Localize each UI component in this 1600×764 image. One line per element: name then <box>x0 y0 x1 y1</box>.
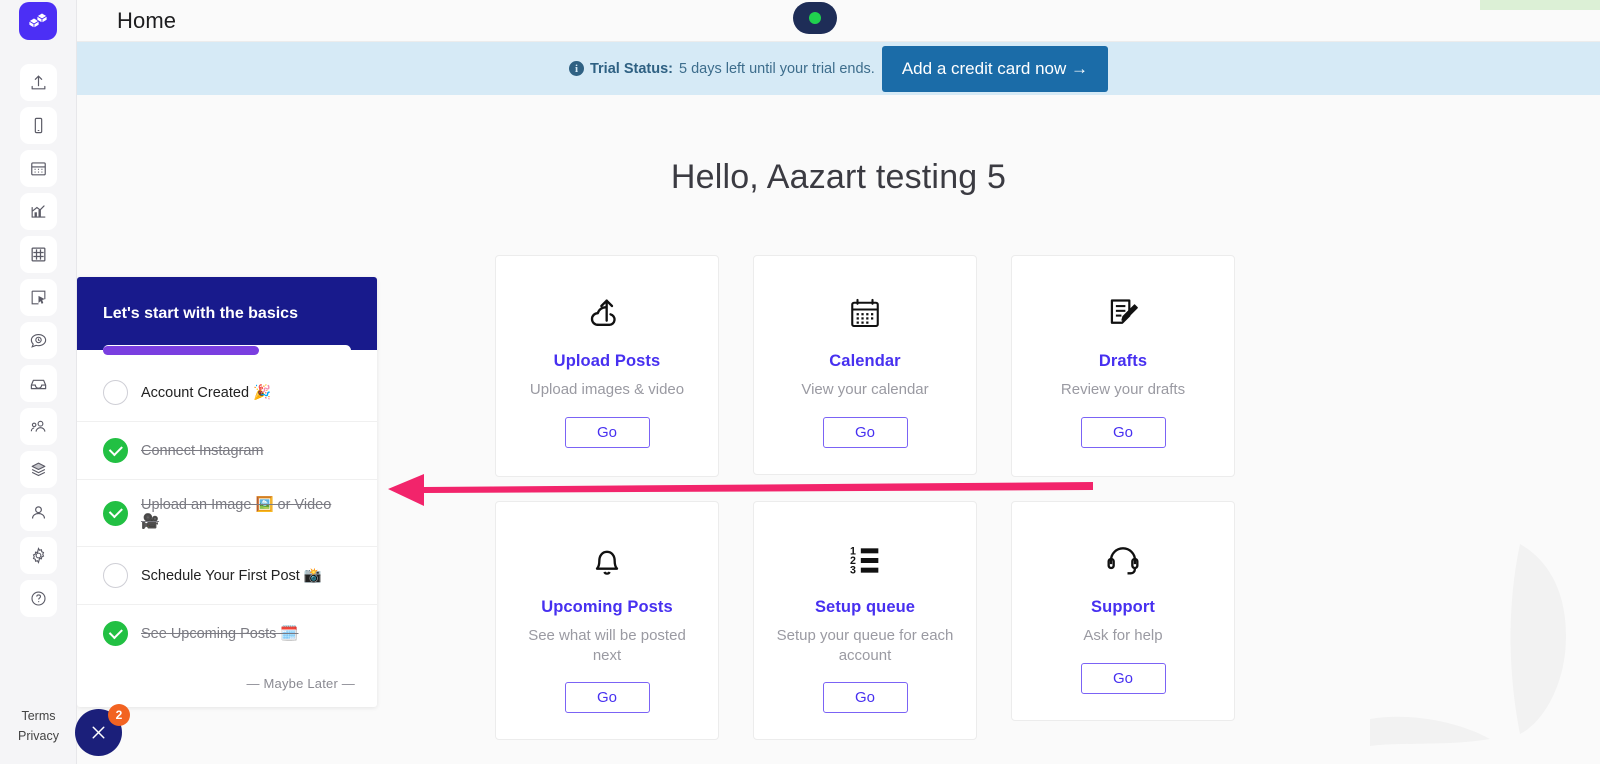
cloud-upload-icon <box>587 288 627 340</box>
checklist-item-label: Connect Instagram <box>141 442 264 459</box>
card-title: Upload Posts <box>553 352 661 370</box>
list-item[interactable]: See Upcoming Posts 🗓️ <box>77 605 377 662</box>
checkmark-circle-icon[interactable] <box>103 438 128 463</box>
list-item[interactable]: Upload an Image 🖼️ or Video 🎥 <box>77 480 377 547</box>
page-title: Home <box>117 7 177 33</box>
card-drafts[interactable]: Drafts Review your drafts Go <box>1011 255 1235 477</box>
sidebar-item-hashtag-grid[interactable] <box>19 236 57 273</box>
card-support[interactable]: Support Ask for help Go <box>1011 501 1235 721</box>
numbered-list-icon: 123 <box>845 534 885 586</box>
sidebar-item-help[interactable] <box>19 580 57 617</box>
avatar[interactable] <box>793 2 837 34</box>
privacy-link[interactable]: Privacy <box>0 727 77 746</box>
checklist-item-label: Account Created 🎉 <box>141 385 272 401</box>
card-title: Calendar <box>829 352 901 370</box>
checkmark-circle-icon[interactable] <box>103 621 128 646</box>
trial-status-text: i Trial Status: 5 days left until your t… <box>568 60 875 77</box>
list-item[interactable]: Account Created 🎉 <box>77 364 377 422</box>
greeting-heading: Hello, Aazart testing 5 <box>670 158 1007 196</box>
checkbox-circle-icon[interactable] <box>103 380 128 405</box>
calendar-icon <box>847 288 883 340</box>
list-item[interactable]: Connect Instagram <box>77 422 377 480</box>
sidebar-item-upload[interactable] <box>19 64 57 101</box>
sidebar-item-calendar[interactable] <box>19 150 57 187</box>
card-description: Upload images & video <box>529 381 685 398</box>
card-description: Review your drafts <box>1060 381 1186 398</box>
card-setup-queue[interactable]: 123 Setup queue Setup your queue for eac… <box>753 501 977 740</box>
card-go-button[interactable]: Go <box>1080 662 1166 694</box>
card-description: Ask for help <box>1083 627 1163 644</box>
terms-link[interactable]: Terms <box>0 707 77 726</box>
card-title: Drafts <box>1098 352 1148 370</box>
list-item[interactable]: Schedule Your First Post 📸 <box>77 547 377 605</box>
app-logo-icon[interactable] <box>19 2 57 40</box>
quick-action-card-grid: Upload Posts Upload images & video Go Ca… <box>495 255 1235 764</box>
checklist-item-label: See Upcoming Posts 🗓️ <box>141 626 299 642</box>
checklist-item-label: Upload an Image 🖼️ or Video 🎥 <box>141 497 332 530</box>
card-go-button[interactable]: Go <box>564 416 650 448</box>
maybe-later-link[interactable]: — Maybe Later — <box>247 676 356 691</box>
bell-icon <box>587 534 627 586</box>
app-root: Terms Privacy Home i Trial Status: 5 day… <box>0 0 1600 764</box>
checklist-progress-fill <box>103 346 260 355</box>
left-icon-rail: Terms Privacy <box>0 0 77 764</box>
draft-edit-icon <box>1104 288 1142 340</box>
sidebar-item-layers[interactable] <box>19 451 57 488</box>
top-right-green-strip <box>1480 0 1600 10</box>
card-go-button[interactable]: Go <box>822 682 908 713</box>
sidebar-item-select-cursor[interactable] <box>19 279 57 316</box>
legal-links: Terms Privacy <box>0 707 77 746</box>
top-header: Home <box>77 0 1600 42</box>
checklist-progress-bar <box>103 345 351 356</box>
card-title: Upcoming Posts <box>541 598 673 616</box>
add-credit-card-button[interactable]: Add a credit card now → <box>881 45 1108 92</box>
checklist-title: Let's start with the basics <box>103 304 298 322</box>
trial-status-banner: i Trial Status: 5 days left until your t… <box>77 42 1600 95</box>
unread-count-badge: 2 <box>108 704 130 726</box>
card-upload-posts[interactable]: Upload Posts Upload images & video Go <box>495 255 719 477</box>
sidebar-item-inbox[interactable] <box>19 365 57 402</box>
card-description: View your calendar <box>801 381 929 398</box>
card-title: Support <box>1091 598 1155 616</box>
info-icon: i <box>568 61 584 76</box>
card-description: See what will be posted next <box>528 627 686 664</box>
card-calendar[interactable]: Calendar View your calendar Go <box>753 255 977 475</box>
sidebar-item-analytics[interactable] <box>19 193 57 230</box>
checklist-item-label: Schedule Your First Post 📸 <box>141 568 322 584</box>
headset-support-icon <box>1103 534 1143 586</box>
online-status-dot <box>809 12 821 24</box>
sidebar-item-team[interactable] <box>19 408 57 445</box>
sidebar-item-scheduled-chat[interactable] <box>19 322 57 359</box>
banner-content: i Trial Status: 5 days left until your t… <box>568 45 1108 92</box>
checkbox-circle-icon[interactable] <box>103 563 128 588</box>
checklist-header: Let's start with the basics <box>77 277 377 356</box>
rail-button-list <box>19 64 57 617</box>
trial-status-label: Trial Status: <box>589 60 673 77</box>
checkmark-circle-icon[interactable] <box>103 500 128 526</box>
chat-widget-close-button[interactable]: 2 <box>75 704 130 756</box>
checklist-footer: — Maybe Later — <box>77 662 377 707</box>
checklist-items: Account Created 🎉 Connect Instagram Uplo… <box>77 350 377 662</box>
card-upcoming-posts[interactable]: Upcoming Posts See what will be posted n… <box>495 501 719 740</box>
card-title: Setup queue <box>814 598 916 616</box>
card-go-button[interactable]: Go <box>822 416 908 448</box>
card-description: Setup your queue for each account <box>776 627 954 664</box>
sidebar-item-settings[interactable] <box>19 537 57 574</box>
onboarding-checklist-panel: Let's start with the basics Account Crea… <box>77 277 377 707</box>
card-go-button[interactable]: Go <box>564 682 650 713</box>
sidebar-item-profile[interactable] <box>19 494 57 531</box>
svg-text:3: 3 <box>850 565 856 577</box>
close-x-icon <box>92 726 105 739</box>
trial-status-detail: 5 days left until your trial ends. <box>678 60 875 77</box>
card-go-button[interactable]: Go <box>1080 416 1166 448</box>
sidebar-item-mobile[interactable] <box>19 107 57 144</box>
